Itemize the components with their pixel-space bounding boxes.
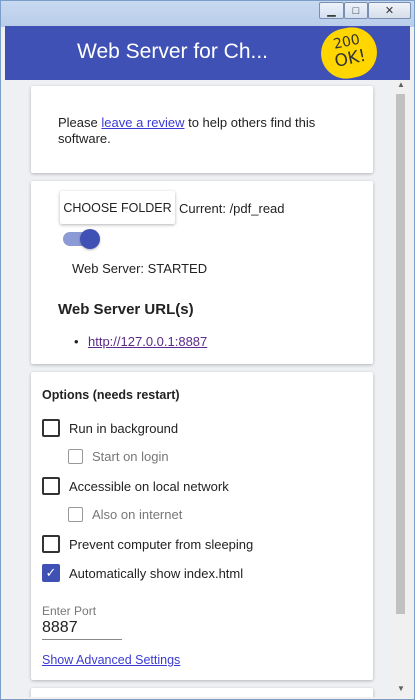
url-list-item: • http://127.0.0.1:8887 [74, 334, 207, 349]
next-card [31, 688, 373, 697]
review-card: Please leave a review to help others fin… [31, 86, 373, 173]
checkmark-icon: ✓ [45, 565, 57, 580]
server-toggle[interactable] [63, 229, 101, 249]
server-status: Web Server: STARTED [72, 261, 208, 276]
choose-folder-button[interactable]: CHOOSE FOLDER [60, 191, 175, 224]
option-label: Automatically show index.html [69, 565, 244, 581]
option-prevent-sleep[interactable]: Prevent computer from sleeping [42, 535, 253, 553]
option-label: Run in background [69, 420, 179, 436]
window-titlebar[interactable]: ▁ □ ✕ [1, 1, 414, 27]
close-button[interactable]: ✕ [368, 2, 411, 19]
port-label: Enter Port [42, 604, 97, 618]
main-content[interactable]: Please leave a review to help others fin… [5, 80, 392, 697]
current-folder: Current: /pdf_read [179, 201, 285, 216]
scroll-thumb[interactable] [396, 94, 405, 614]
option-also-on-internet[interactable]: Also on internet [68, 507, 182, 522]
option-run-in-background[interactable]: Run in background [42, 419, 178, 437]
scroll-up-icon[interactable]: ▲ [397, 80, 405, 89]
options-card: Options (needs restart) Run in backgroun… [31, 372, 373, 680]
minimize-icon: ▁ [327, 5, 336, 17]
vertical-scrollbar[interactable]: ▲ ▼ [392, 80, 410, 697]
checkbox[interactable] [42, 477, 60, 495]
server-url-link[interactable]: http://127.0.0.1:8887 [88, 334, 207, 349]
advanced-settings-link[interactable]: Show Advanced Settings [42, 653, 180, 667]
checkbox[interactable] [68, 507, 83, 522]
option-accessible-on-local-network[interactable]: Accessible on local network [42, 477, 229, 495]
checkbox-checked[interactable]: ✓ [42, 564, 60, 582]
leave-review-link[interactable]: leave a review [101, 115, 184, 130]
server-card: CHOOSE FOLDER Current: /pdf_read Web Ser… [31, 181, 373, 364]
toggle-knob [80, 229, 100, 249]
review-text: Please leave a review to help others fin… [58, 115, 348, 147]
review-text-before: Please [58, 115, 102, 130]
app-window: ▁ □ ✕ Web Server for Ch... 200 OK! Pleas… [0, 0, 415, 700]
bullet-icon: • [74, 334, 79, 349]
scroll-down-icon[interactable]: ▼ [397, 684, 405, 693]
option-auto-show-index[interactable]: ✓ Automatically show index.html [42, 564, 243, 582]
app-title: Web Server for Ch... [77, 40, 269, 63]
close-icon: ✕ [384, 5, 395, 17]
option-label: Accessible on local network [69, 478, 229, 494]
option-label: Also on internet [92, 507, 183, 522]
app-header: Web Server for Ch... 200 OK! [5, 22, 410, 84]
maximize-button[interactable]: □ [344, 2, 368, 19]
minimize-button[interactable]: ▁ [319, 2, 344, 19]
option-start-on-login[interactable]: Start on login [68, 449, 169, 464]
options-heading: Options (needs restart) [42, 388, 180, 402]
option-label: Start on login [92, 449, 169, 464]
checkbox[interactable] [68, 449, 83, 464]
ok-badge-logo: 200 OK! [316, 22, 382, 84]
maximize-icon: □ [352, 4, 360, 17]
urls-heading: Web Server URL(s) [58, 301, 194, 318]
port-input[interactable] [42, 619, 122, 640]
checkbox[interactable] [42, 419, 60, 437]
option-label: Prevent computer from sleeping [69, 536, 254, 552]
checkbox[interactable] [42, 535, 60, 553]
